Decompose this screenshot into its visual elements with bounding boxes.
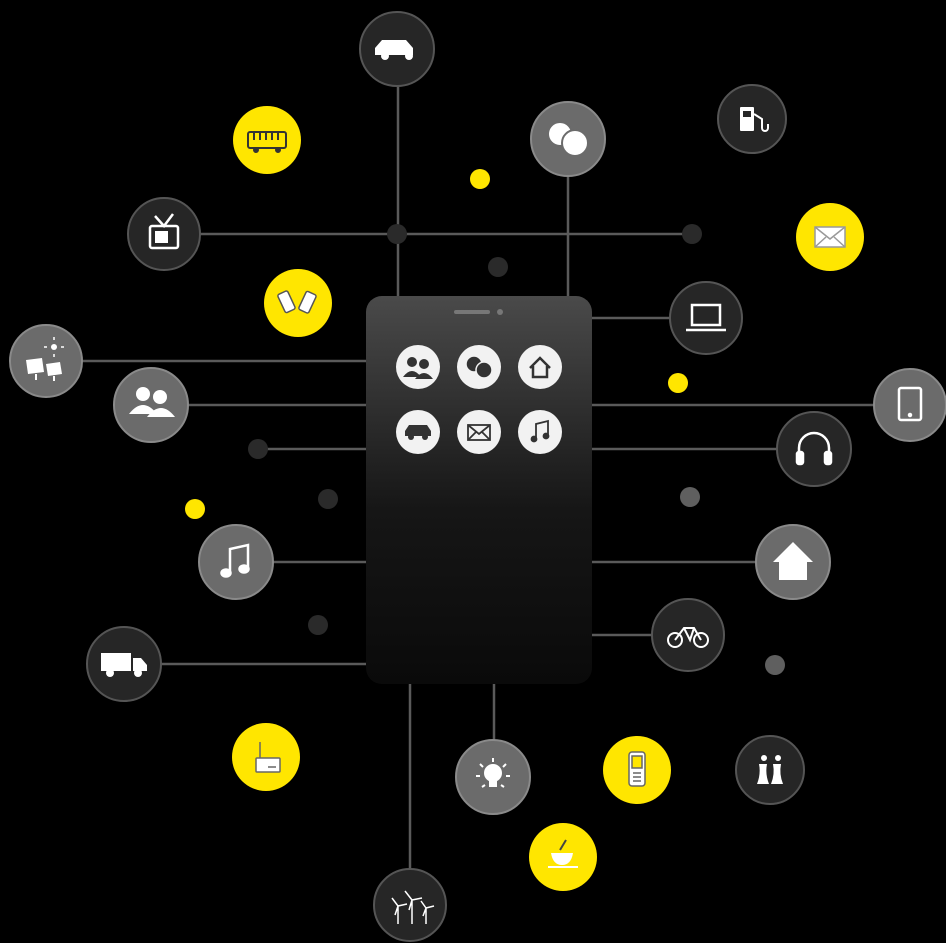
node-bus[interactable] (233, 106, 301, 174)
dot-grey (680, 487, 700, 507)
dot-dark (308, 615, 328, 635)
dot-dark (318, 489, 338, 509)
node-laptop[interactable] (669, 281, 743, 355)
dot-yellow (668, 373, 688, 393)
node-mail[interactable] (796, 203, 864, 271)
mobile-phone-icon (628, 751, 646, 787)
node-people[interactable] (113, 367, 189, 443)
dot-yellow (470, 169, 490, 189)
phone-app-people[interactable] (396, 345, 440, 389)
phone-app-home[interactable] (518, 345, 562, 389)
mail-icon (814, 226, 846, 248)
phone-app-mail[interactable] (457, 410, 501, 454)
node-solar-panel[interactable] (9, 324, 83, 398)
node-fuel-pump[interactable] (717, 84, 787, 154)
node-home[interactable] (755, 524, 831, 600)
node-coffee-cup[interactable] (529, 823, 597, 891)
dot-grey (765, 655, 785, 675)
node-headphones[interactable] (776, 411, 852, 487)
dot-dark (248, 439, 268, 459)
node-mobile-phone[interactable] (603, 736, 671, 804)
dot-dark (682, 224, 702, 244)
node-music[interactable] (198, 524, 274, 600)
phone-app-chat[interactable] (457, 345, 501, 389)
phone-app-music[interactable] (518, 410, 562, 454)
node-router[interactable] (232, 723, 300, 791)
node-wind-turbine[interactable] (373, 868, 447, 942)
connected-devices-diagram (9, 11, 946, 942)
node-walkie-talkie[interactable] (264, 269, 332, 337)
phone-app-car[interactable] (396, 410, 440, 454)
node-truck[interactable] (86, 626, 162, 702)
node-car[interactable] (359, 11, 435, 87)
node-power-plant[interactable] (735, 735, 805, 805)
node-tablet[interactable] (873, 368, 946, 442)
dot-dark (488, 257, 508, 277)
node-tv[interactable] (127, 197, 201, 271)
phone-camera (497, 309, 503, 315)
node-bicycle[interactable] (651, 598, 725, 672)
phone-speaker (454, 310, 490, 314)
dot-yellow (185, 499, 205, 519)
node-chat[interactable] (530, 101, 606, 177)
node-lightbulb[interactable] (455, 739, 531, 815)
dot-dark (387, 224, 407, 244)
smartphone-hub (366, 296, 592, 684)
